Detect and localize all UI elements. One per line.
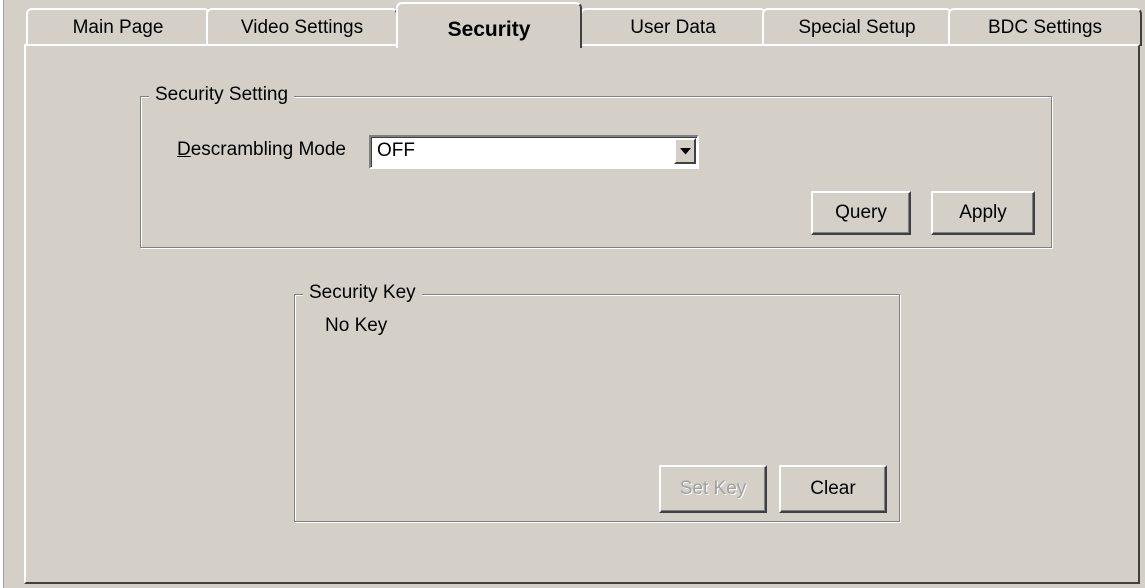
descrambling-mode-value: OFF: [377, 140, 415, 161]
tab-security[interactable]: Security: [396, 2, 582, 48]
tab-panel-security: Security Setting Descrambling Mode OFF Q…: [24, 44, 1140, 584]
clear-button[interactable]: Clear: [779, 465, 887, 513]
set-key-button[interactable]: Set Key: [659, 465, 767, 513]
descrambling-mode-label: Descrambling Mode: [177, 139, 346, 161]
security-settings-window: Main Page Video Settings User Data Speci…: [0, 0, 1145, 588]
chevron-down-icon[interactable]: [674, 138, 696, 164]
query-button[interactable]: Query: [811, 191, 911, 235]
tab-user-data[interactable]: User Data: [580, 8, 766, 46]
tab-main-page[interactable]: Main Page: [26, 8, 210, 46]
apply-button[interactable]: Apply: [931, 191, 1035, 235]
security-setting-title: Security Setting: [149, 84, 295, 106]
tab-bdc-settings[interactable]: BDC Settings: [948, 8, 1142, 46]
descrambling-mode-select[interactable]: OFF: [369, 135, 699, 169]
security-setting-group: Security Setting Descrambling Mode OFF Q…: [140, 84, 1052, 248]
security-key-status: No Key: [325, 315, 388, 336]
window-edge: [0, 0, 4, 588]
tab-special-setup[interactable]: Special Setup: [762, 8, 952, 46]
security-key-group: Security Key No Key Set Key Clear: [294, 282, 900, 522]
descrambling-mode-label-text: escrambling Mode: [190, 139, 346, 160]
security-key-title: Security Key: [303, 282, 422, 304]
tab-video-settings[interactable]: Video Settings: [206, 8, 398, 46]
mnemonic-underline: D: [177, 139, 191, 160]
